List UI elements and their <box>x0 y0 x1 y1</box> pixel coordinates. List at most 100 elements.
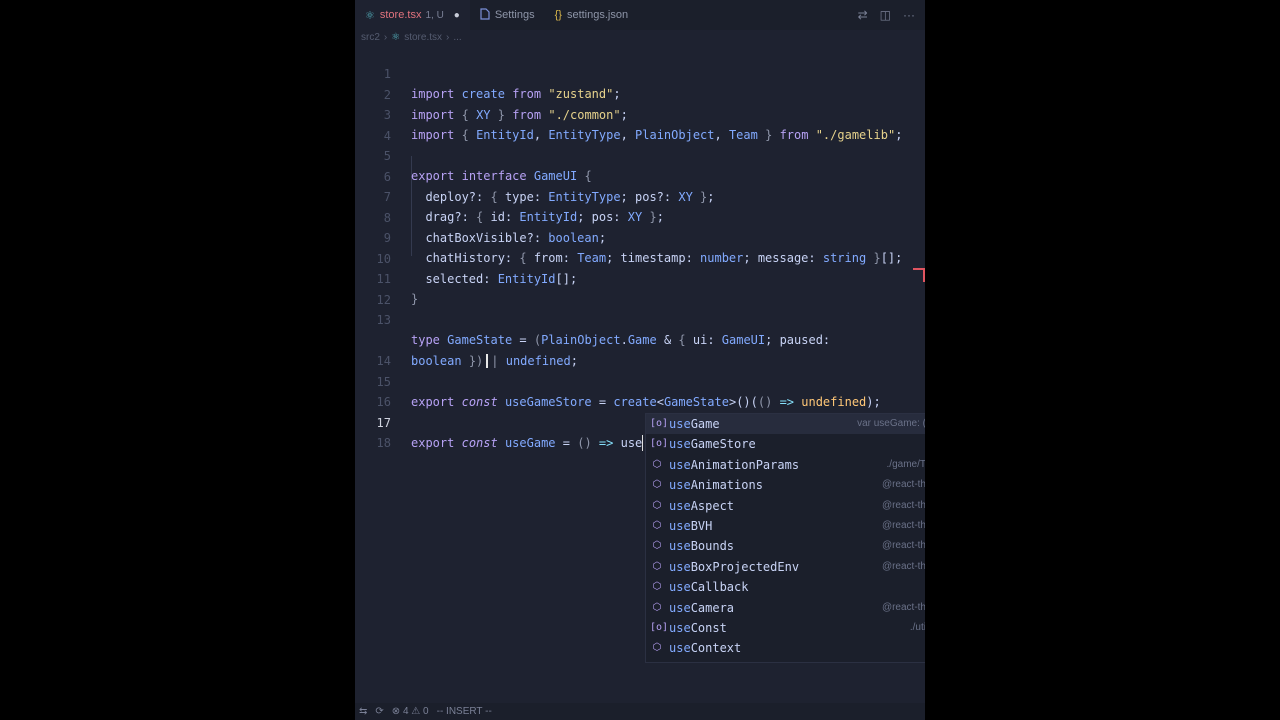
module-icon: ⬡ <box>652 519 662 531</box>
code-line: 16 <box>355 372 398 409</box>
suggestion-detail: @react-th <box>881 560 925 572</box>
suggestion-detail: @react-th <box>881 479 925 491</box>
suggestion-item[interactable]: [o] useConst ./uti <box>646 618 925 638</box>
tab-label: settings.json <box>566 9 629 21</box>
suggestion-item[interactable]: [o] useGameStore <box>646 434 925 454</box>
code-line-current[interactable]: 17 export const useGame = () => use <box>355 393 644 451</box>
module-icon: ⬡ <box>652 581 662 593</box>
suggestion-item[interactable]: ⬡ useAspect @react-th <box>646 496 925 516</box>
warning-count: 0 <box>423 706 429 717</box>
suggestion-label: useCamera <box>669 600 735 615</box>
breadcrumb-folder[interactable]: src2 <box>361 32 380 43</box>
variable-icon: [o] <box>650 621 669 633</box>
tab-settings-json[interactable]: {} settings.json <box>545 0 639 30</box>
line-number: 18 <box>376 436 391 450</box>
code-line: 14 <box>355 331 398 368</box>
suggestion-label: useAnimationParams <box>669 457 800 472</box>
tab-settings[interactable]: Settings <box>470 0 545 30</box>
suggestion-label: useBVH <box>669 518 713 533</box>
suggestion-label: useGameStore <box>669 437 756 452</box>
breadcrumb-file[interactable]: store.tsx <box>404 32 442 43</box>
chevron-right-icon: › <box>383 31 388 43</box>
module-icon: ⬡ <box>652 601 662 613</box>
typed-text[interactable]: use <box>621 436 643 450</box>
suggest-widget[interactable]: [o] useGame var useGame: ( [o] useGameSt… <box>645 413 925 663</box>
suggestion-item[interactable]: ⬡ useAnimations @react-th <box>646 475 925 495</box>
suggestion-item[interactable]: ⬡ useCamera @react-th <box>646 598 925 618</box>
error-icon: ⊗ <box>391 706 401 717</box>
tab-bar: ⚛ store.tsx 1, U ● Settings {} settings.… <box>355 0 925 30</box>
settings-file-icon <box>480 7 490 23</box>
code-line: 4 <box>355 106 398 143</box>
error-count: 4 <box>402 706 409 717</box>
module-icon: ⬡ <box>652 540 662 552</box>
suggestion-item[interactable]: ⬡ useContext <box>646 638 925 658</box>
suggestion-detail: var useGame: ( <box>857 418 925 429</box>
code-line: 9 chatHistory: { from: Team; timestamp: … <box>355 208 903 265</box>
tab-label: store.tsx <box>379 9 422 21</box>
suggestion-detail: @react-th <box>881 499 925 511</box>
more-actions-icon[interactable]: ··· <box>903 8 915 22</box>
error-marker <box>913 268 925 282</box>
suggestion-label: useCallback <box>669 580 749 595</box>
suggestion-detail: ./uti <box>909 621 925 633</box>
suggestion-label: useBounds <box>669 539 735 554</box>
suggestion-detail: @react-th <box>881 519 925 531</box>
code-line: 6 deploy?: { type: EntityType; pos?: XY … <box>355 147 715 204</box>
sync-icon[interactable]: ⟳ <box>375 706 383 717</box>
module-icon: ⬡ <box>652 499 662 511</box>
suggestion-label: useContext <box>669 641 742 656</box>
code-line: boolean }) | undefined; <box>411 353 578 368</box>
suggestion-detail: @react-th <box>881 601 925 613</box>
variable-icon: [o] <box>650 438 669 450</box>
problems-indicator[interactable]: ⊗ 4 ⚠ 0 <box>392 706 429 717</box>
chevron-right-icon: › <box>446 31 450 43</box>
code-line: 2 import { XY } from "./common"; <box>355 65 628 122</box>
code-editor[interactable]: ⚛ store.tsx 1, U ● Settings {} settings.… <box>355 0 925 720</box>
compare-icon[interactable]: ⇄ <box>858 8 868 22</box>
suggestion-detail: @react-th <box>881 540 925 552</box>
split-editor-icon[interactable]: ◫ <box>880 8 891 22</box>
code-line: 12 <box>355 270 398 307</box>
code-line: 7 drag?: { id: EntityId; pos: XY }; <box>355 167 664 224</box>
react-icon: ⚛ <box>365 9 375 22</box>
json-icon: {} <box>554 9 562 21</box>
module-icon: ⬡ <box>652 642 662 654</box>
code-line: 11 } <box>355 249 419 306</box>
suggestion-item[interactable]: ⬡ useAnimationParams ./game/T <box>646 455 925 475</box>
code-line: 1 import create from "zustand"; <box>355 44 621 101</box>
vim-mode: -- INSERT -- <box>436 706 492 717</box>
suggestion-label: useAspect <box>669 498 735 513</box>
react-icon: ⚛ <box>391 31 401 43</box>
code-line: 3 import { EntityId, EntityType, PlainOb… <box>355 85 903 142</box>
suggestion-label: useBoxProjectedEnv <box>669 559 800 574</box>
suggestion-item[interactable]: ⬡ useBounds @react-th <box>646 536 925 556</box>
variable-icon: [o] <box>650 418 669 429</box>
module-icon: ⬡ <box>652 479 662 491</box>
tab-store-tsx[interactable]: ⚛ store.tsx 1, U ● <box>355 0 470 30</box>
suggestion-item[interactable]: [o] useGame var useGame: ( <box>646 414 925 435</box>
module-icon: ⬡ <box>652 560 662 572</box>
code-line: 18 <box>355 413 398 450</box>
code-line: 8 chatBoxVisible?: boolean; <box>355 188 606 245</box>
suggestion-item[interactable]: ⬡ useCallback <box>646 577 925 597</box>
status-bar: ⇆ ⟳ ⊗ 4 ⚠ 0 -- INSERT -- <box>355 703 925 720</box>
remote-icon[interactable]: ⇆ <box>359 706 367 717</box>
suggestion-label: useConst <box>669 620 727 635</box>
suggestion-item[interactable]: ⬡ useBoxProjectedEnv @react-th <box>646 557 925 577</box>
module-icon: ⬡ <box>652 458 662 470</box>
code-line: 15 export const useGameStore = create<Ga… <box>355 352 881 409</box>
suggestion-item[interactable]: ⬡ useBVH @react-th <box>646 516 925 536</box>
code-line: 10 selected: EntityId[]; <box>355 229 578 286</box>
breadcrumb: src2 › ⚛ store.tsx › ... <box>355 30 925 44</box>
suggestion-detail: ./game/T <box>886 458 925 470</box>
breadcrumb-symbol[interactable]: ... <box>453 32 461 43</box>
tab-label: Settings <box>494 9 535 21</box>
code-line: 5 export interface GameUI { <box>355 126 592 183</box>
warning-icon: ⚠ <box>411 706 421 717</box>
tab-problem-count: 1, U <box>425 9 444 21</box>
suggestion-label: useGame <box>669 417 720 431</box>
editor-actions: ⇄ ◫ ··· <box>858 8 925 22</box>
unsaved-dot-icon[interactable]: ● <box>454 10 460 21</box>
code-line: 13 type GameState = (PlainObject.Game & … <box>355 290 831 347</box>
